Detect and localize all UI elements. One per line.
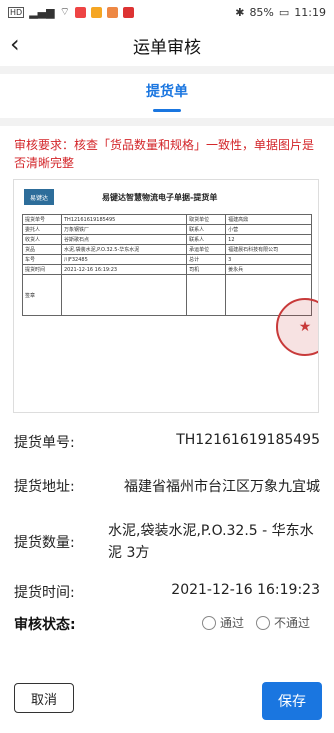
wifi-icon: ⌔ — [59, 5, 70, 18]
cancel-button[interactable]: 取消 — [14, 683, 74, 713]
app-header: ‹ 运单审核 — [0, 24, 334, 66]
app-notification-icon — [106, 6, 118, 18]
doc-table: 提货单号 TH12161619185495 取货单位 福建高鼎 委托人 万象钢铁厂 联系人… — [22, 214, 312, 316]
back-icon[interactable]: ‹ — [10, 31, 20, 57]
tab-bar: 提货单 — [0, 74, 334, 118]
battery-percent: 85% — [249, 5, 274, 19]
clock: 11:19 — [294, 5, 326, 19]
footer-bar: 取消 保存 — [0, 676, 334, 733]
radio-fail[interactable]: 不通过 — [256, 614, 310, 631]
tab-underline — [153, 108, 181, 112]
radio-pass[interactable]: 通过 — [202, 614, 244, 631]
doc-logo: 易键达 — [24, 189, 54, 205]
radio-circle-icon — [256, 615, 270, 630]
review-requirement: 审核要求：核查「货品数量和规格」一致性，单据图片是否清晰完整 — [14, 138, 315, 170]
tab-pickup-slip[interactable]: 提货单 — [146, 81, 188, 101]
save-button[interactable]: 保存 — [262, 682, 322, 720]
signal-icon: ▂▄▆ — [29, 5, 55, 19]
radio-circle-icon — [202, 615, 216, 630]
battery-icon: ▭ — [278, 5, 290, 19]
app-notification-icon — [74, 6, 86, 18]
review-status-label: 审核状态: — [14, 617, 76, 633]
status-bar: HD ▂▄▆ ⌔ ✱ 85% ▭ 11:19 — [0, 0, 334, 24]
page-title: 运单审核 — [133, 37, 201, 58]
app-notification-icon — [122, 6, 134, 18]
app-notification-icon — [90, 6, 102, 18]
bluetooth-icon: ✱ — [235, 5, 245, 19]
review-status-row: 审核状态: 通过 不通过 — [14, 614, 320, 634]
pickup-slip-image[interactable]: 易键达 易键达智慧物流电子单据-提货单 提货单号 TH12161619185495… — [14, 180, 318, 412]
network-type: HD — [8, 6, 25, 18]
doc-title: 易键达智慧物流电子单据-提货单 — [102, 192, 218, 202]
review-panel: 审核要求：核查「货品数量和规格」一致性，单据图片是否清晰完整 易键达 易键达智慧… — [0, 126, 334, 686]
